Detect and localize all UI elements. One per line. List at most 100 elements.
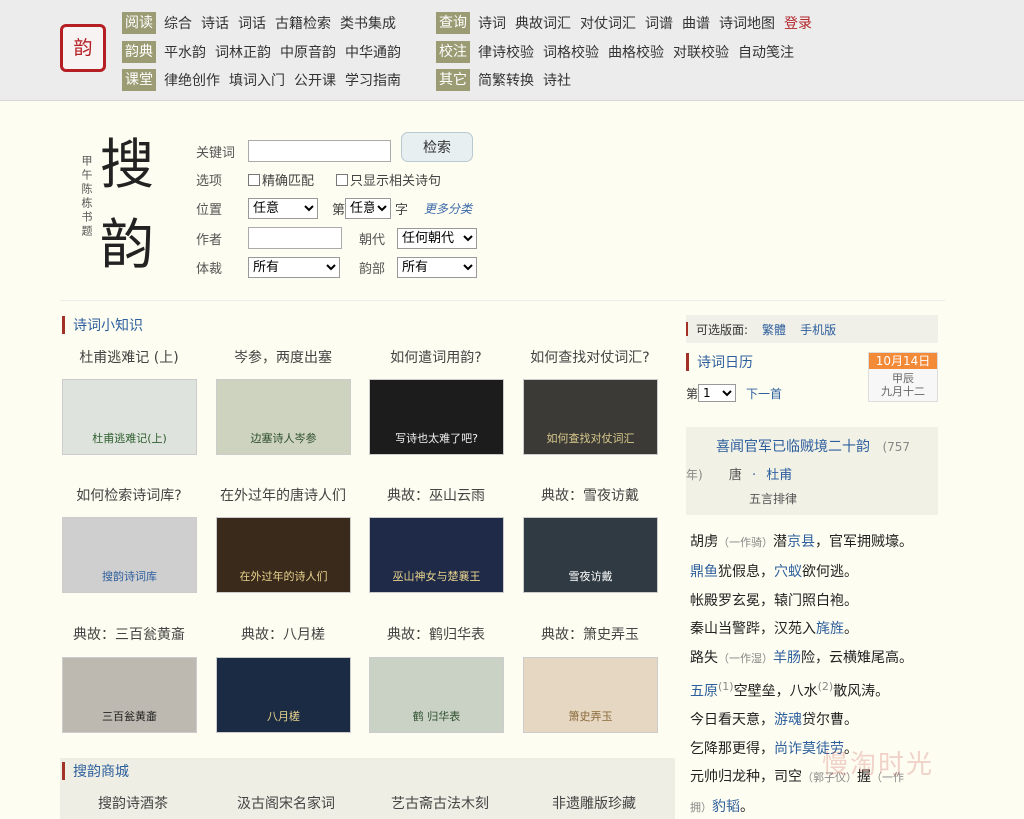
knowledge-card-caption[interactable]: 岑参，两度出塞 [208, 347, 358, 367]
poem-annotated-term[interactable]: 豹韬 [712, 799, 740, 815]
nav-link-poems[interactable]: 诗词 [478, 13, 506, 33]
nav-tag-class: 课堂 [122, 69, 156, 91]
login-link[interactable]: 登录 [784, 13, 812, 33]
poem-text: 胡虏 [690, 534, 718, 550]
page-select[interactable]: 1 [698, 384, 737, 402]
next-poem-link[interactable]: 下一首 [746, 385, 782, 402]
rhyme-label: 韵部 [359, 262, 386, 277]
keyword-input[interactable] [248, 140, 391, 162]
knowledge-card-thumbnail[interactable]: 在外过年的诗人们 [216, 517, 351, 593]
rhyme-select[interactable]: 所有 [397, 257, 478, 278]
calligraphy-inscription: 甲午陈栋书题 [80, 155, 93, 239]
knowledge-card-thumbnail[interactable]: 如何查找对仗词汇 [523, 379, 658, 455]
footnote-marker[interactable]: (1) [718, 680, 734, 693]
nav-link-lvjue[interactable]: 律绝创作 [164, 70, 220, 90]
nav-link-ci-check[interactable]: 词格校验 [543, 42, 599, 62]
more-categories-link[interactable]: 更多分类 [424, 200, 472, 217]
shop-item-song-ci[interactable]: 汲古阁宋名家词 [237, 793, 335, 813]
knowledge-card-thumbnail[interactable]: 八月槎 [216, 657, 351, 733]
nav-link-open-class[interactable]: 公开课 [294, 70, 336, 90]
nav-link-ancient-books[interactable]: 古籍检索 [275, 13, 331, 33]
shop-item-wine-tea[interactable]: 搜韵诗酒茶 [98, 793, 168, 813]
nav-link-duilian-check[interactable]: 对联校验 [673, 42, 729, 62]
knowledge-card-thumbnail[interactable]: 箫史弄玉 [523, 657, 658, 733]
nav-link-shihua[interactable]: 诗话 [201, 13, 229, 33]
knowledge-card-caption[interactable]: 杜甫逃难记 (上) [54, 347, 204, 367]
nav-link-map[interactable]: 诗词地图 [719, 13, 775, 33]
knowledge-card-thumbnail[interactable]: 边塞诗人岑参 [216, 379, 351, 455]
knowledge-card-caption[interactable]: 典故：三百瓮黄齑 [54, 624, 204, 644]
nav-link-qu-check[interactable]: 曲格校验 [608, 42, 664, 62]
shop-item-woodcut[interactable]: 艺古斋古法木刻 [391, 793, 489, 813]
knowledge-card-thumbnail[interactable]: 鹤 归华表 [369, 657, 504, 733]
related-only-checkbox[interactable] [336, 173, 349, 186]
nav-link-zhongyuan[interactable]: 中原音韵 [280, 42, 336, 62]
poem-line-1: 胡虏（一作骑）潜京县，官军拥贼壕。 [690, 531, 913, 551]
poem-text: 。 [844, 621, 858, 637]
knowledge-card-thumbnail[interactable]: 搜韵诗词库 [62, 517, 197, 593]
nth-char-select[interactable]: 任意 [345, 198, 392, 219]
poem-year-end: 年) [686, 468, 703, 482]
knowledge-card-caption[interactable]: 典故：八月槎 [208, 624, 358, 644]
nav-link-cilin[interactable]: 词林正韵 [215, 42, 271, 62]
knowledge-card-caption[interactable]: 典故：鹤归华表 [361, 624, 511, 644]
knowledge-card-thumbnail[interactable]: 三百瓮黄齑 [62, 657, 197, 733]
nav-link-allusions[interactable]: 典故词汇 [515, 13, 571, 33]
knowledge-card-caption[interactable]: 典故：箫史弄玉 [515, 624, 665, 644]
nav-link-poetry-club[interactable]: 诗社 [543, 70, 571, 90]
nav-link-auto-annotate[interactable]: 自动笺注 [738, 42, 794, 62]
knowledge-card-caption[interactable]: 典故：巫山云雨 [361, 485, 511, 505]
position-select[interactable]: 任意 [248, 198, 318, 219]
poem-text: 散风涛。 [833, 683, 890, 700]
nav-link-convert[interactable]: 简繁转换 [478, 70, 534, 90]
nav-tag-read: 阅读 [122, 12, 156, 34]
knowledge-card-caption[interactable]: 在外过年的唐诗人们 [208, 485, 358, 505]
knowledge-card-caption[interactable]: 典故：雪夜访戴 [515, 485, 665, 505]
nav-link-pingshui[interactable]: 平水韵 [164, 42, 206, 62]
poem-text: 空壁垒，八水 [733, 683, 818, 700]
nav-link-zhonghua[interactable]: 中华通韵 [345, 42, 401, 62]
poem-line-2: 鼎鱼犹假息，穴蚁欲何逃。 [690, 561, 858, 581]
knowledge-card-thumbnail[interactable]: 雪夜访戴 [523, 517, 658, 593]
poem-title[interactable]: 喜闻官军已临贼境二十韵 [716, 439, 870, 455]
mobile-layout-link[interactable]: 手机版 [800, 321, 836, 338]
shop-item-engraving[interactable]: 非遗雕版珍藏 [552, 793, 636, 813]
knowledge-card-thumbnail[interactable]: 杜甫逃难记(上) [62, 379, 197, 455]
poem-text: 元帅归龙种，司空 [690, 769, 802, 785]
nav-link-cihua[interactable]: 词话 [238, 13, 266, 33]
dynasty-select[interactable]: 任何朝代 [397, 227, 478, 249]
knowledge-card-thumbnail[interactable]: 巫山神女与楚襄王 [369, 517, 504, 593]
poem-annotated-term[interactable]: 穴蚁 [774, 564, 802, 580]
nav-link-lvshi-check[interactable]: 律诗校验 [478, 42, 534, 62]
nav-tag-check: 校注 [436, 41, 470, 63]
poem-annotated-term[interactable]: 鼎鱼 [690, 564, 718, 580]
nav-row-query: 查询 诗词 典故词汇 对仗词汇 词谱 曲谱 诗词地图 登录 [436, 12, 821, 34]
poem-annotated-term[interactable]: 旄旌 [816, 621, 844, 637]
poem-annotated-term[interactable]: 游魂 [774, 712, 802, 728]
knowledge-card-caption[interactable]: 如何检索诗词库? [54, 485, 204, 505]
poem-annotated-term[interactable]: 羊肠 [773, 650, 801, 666]
nav-link-comprehensive[interactable]: 综合 [164, 13, 192, 33]
nav-link-duizhang[interactable]: 对仗词汇 [580, 13, 636, 33]
nav-link-cipu[interactable]: 词谱 [645, 13, 673, 33]
poem-author[interactable]: 杜甫 [766, 468, 792, 483]
nav-link-qupu[interactable]: 曲谱 [682, 13, 710, 33]
knowledge-card-thumbnail[interactable]: 写诗也太难了吧? [369, 379, 504, 455]
exact-match-checkbox[interactable] [248, 173, 260, 186]
shop-title-text: 搜韵商城 [73, 764, 129, 780]
site-logo[interactable]: 韵 [60, 24, 106, 72]
knowledge-card-caption[interactable]: 如何遣词用韵? [361, 347, 511, 367]
poem-annotated-term[interactable]: 五原 [690, 684, 718, 700]
footnote-marker[interactable]: (2) [818, 680, 834, 693]
nav-link-leishu[interactable]: 类书集成 [340, 13, 396, 33]
poem-annotated-term[interactable]: 京县 [787, 534, 815, 550]
search-button[interactable]: 检索 [401, 132, 473, 162]
knowledge-card-caption[interactable]: 如何查找对仗词汇? [515, 347, 665, 367]
author-input[interactable] [248, 227, 342, 249]
genre-select[interactable]: 所有 [248, 257, 340, 278]
nav-link-guide[interactable]: 学习指南 [345, 70, 401, 90]
knowledge-section-title: 诗词小知识 [62, 315, 143, 335]
nav-link-tianci[interactable]: 填词入门 [229, 70, 285, 90]
section-divider [60, 300, 945, 301]
traditional-layout-link[interactable]: 繁體 [762, 321, 786, 338]
